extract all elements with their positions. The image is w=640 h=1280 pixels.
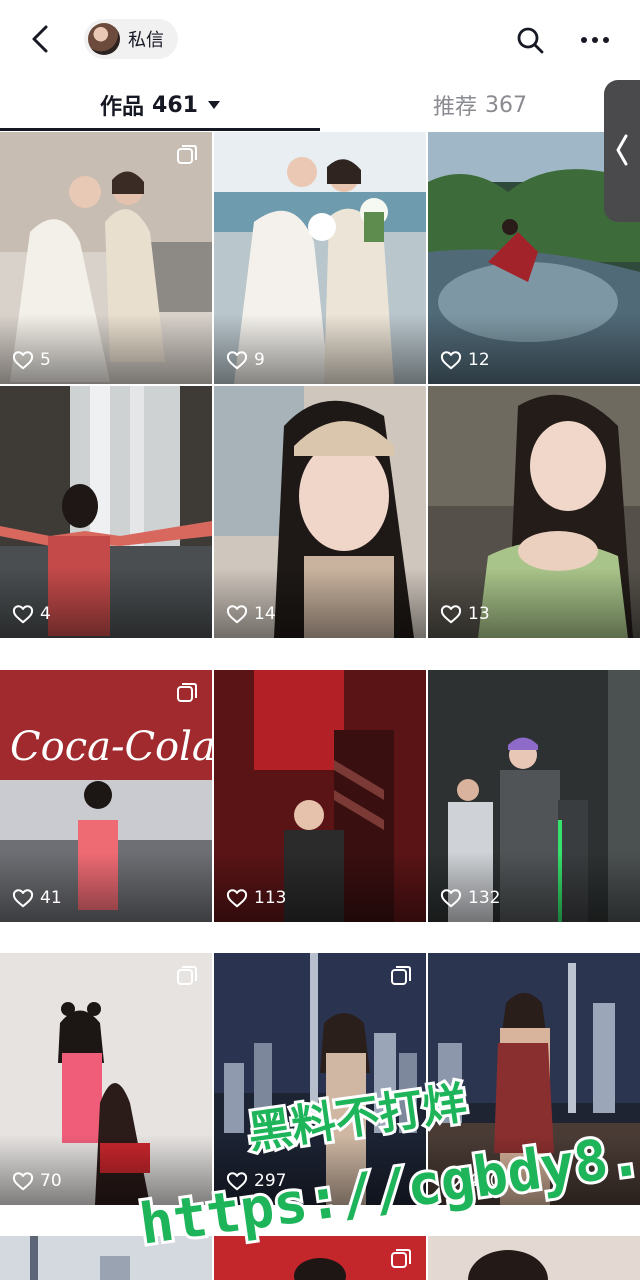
like-count-value: 14 <box>254 604 276 624</box>
grid-item[interactable]: 14 <box>214 386 426 638</box>
thumbnail-shade <box>0 852 212 922</box>
like-count-value: 132 <box>468 888 501 908</box>
like-count: 297 <box>226 1171 286 1191</box>
chevron-left-icon <box>616 134 628 166</box>
like-count-value: 9 <box>254 350 265 370</box>
grid-item[interactable]: 9 <box>214 132 426 384</box>
thumbnail-shade <box>214 1135 426 1205</box>
grid-item[interactable]: 132 <box>428 670 640 922</box>
thumbnail-shade <box>214 852 426 922</box>
more-icon[interactable] <box>578 26 612 54</box>
search-icon[interactable] <box>514 24 546 56</box>
like-count-value: 70 <box>40 1171 62 1191</box>
like-count: 14 <box>226 604 276 624</box>
heart-icon <box>440 889 462 908</box>
thumbnail-shade <box>214 314 426 384</box>
private-message-label: 私信 <box>128 30 164 51</box>
thumbnail-shade <box>428 1135 640 1205</box>
like-count: 13 <box>440 604 490 624</box>
tab-recommended[interactable]: 推荐 367 <box>320 78 640 132</box>
tab-works[interactable]: 作品 461 <box>0 78 320 132</box>
content-tabs: 作品 461 推荐 367 <box>0 78 640 132</box>
grid-item[interactable]: 5 <box>0 132 212 384</box>
like-count-value: 297 <box>254 1171 287 1191</box>
like-count: 400 <box>440 1171 500 1191</box>
like-count-value: 5 <box>40 350 51 370</box>
avatar <box>88 23 120 55</box>
multi-image-icon <box>391 966 411 985</box>
heart-icon <box>12 605 34 624</box>
grid-item[interactable]: 400 <box>428 953 640 1205</box>
top-bar: 私信 <box>0 0 640 78</box>
like-count-value: 12 <box>468 350 490 370</box>
active-tab-indicator <box>0 128 320 131</box>
grid-item[interactable]: 297 <box>214 953 426 1205</box>
thumbnail-shade <box>0 568 212 638</box>
grid-item[interactable] <box>428 1236 640 1280</box>
heart-icon <box>226 1172 248 1191</box>
tab-works-label: 作品 <box>100 95 145 120</box>
grid-item[interactable]: Coca-Cola 41 <box>0 670 212 922</box>
heart-icon <box>226 605 248 624</box>
thumbnail-shade <box>428 568 640 638</box>
thumbnail-shade <box>0 314 212 384</box>
heart-icon <box>12 1172 34 1191</box>
heart-icon <box>440 605 462 624</box>
like-count: 70 <box>12 1171 62 1191</box>
heart-icon <box>440 1172 462 1191</box>
like-count: 9 <box>226 350 265 370</box>
grid-item[interactable]: 70 <box>0 953 212 1205</box>
like-count-value: 113 <box>254 888 287 908</box>
thumbnail-shade <box>214 568 426 638</box>
thumbnail-shade <box>428 314 640 384</box>
caret-down-icon[interactable] <box>207 101 220 109</box>
multi-image-icon <box>177 145 197 164</box>
svg-text:Coca-Cola: Coca-Cola <box>10 724 212 770</box>
like-count: 132 <box>440 888 500 908</box>
tab-recommended-label: 推荐 <box>432 95 477 120</box>
heart-icon <box>12 351 34 370</box>
like-count: 12 <box>440 350 490 370</box>
grid-item[interactable]: 13 <box>428 386 640 638</box>
heart-icon <box>12 889 34 908</box>
tab-recommended-count: 367 <box>485 92 527 118</box>
private-message-button[interactable]: 私信 <box>84 19 178 59</box>
tab-works-count: 461 <box>152 92 198 118</box>
like-count: 5 <box>12 350 51 370</box>
like-count-value: 4 <box>40 604 51 624</box>
grid-item[interactable] <box>214 1236 426 1280</box>
like-count-value: 400 <box>468 1171 501 1191</box>
like-count-value: 41 <box>40 888 62 908</box>
thumbnail-shade <box>0 1135 212 1205</box>
grid-item[interactable] <box>0 1236 212 1280</box>
grid-item[interactable]: 113 <box>214 670 426 922</box>
like-count-value: 13 <box>468 604 490 624</box>
thumbnail-shade <box>428 852 640 922</box>
like-count: 113 <box>226 888 286 908</box>
heart-icon <box>226 351 248 370</box>
back-arrow-icon[interactable] <box>24 22 58 56</box>
heart-icon <box>440 351 462 370</box>
multi-image-icon <box>177 683 197 702</box>
thumbnail-image <box>428 1236 640 1280</box>
grid-item[interactable]: 4 <box>0 386 212 638</box>
like-count: 4 <box>12 604 51 624</box>
like-count: 41 <box>12 888 62 908</box>
side-panel-handle[interactable] <box>604 80 640 222</box>
thumbnail-image <box>0 1236 212 1280</box>
multi-image-icon <box>177 966 197 985</box>
multi-image-icon <box>391 1249 411 1268</box>
heart-icon <box>226 889 248 908</box>
